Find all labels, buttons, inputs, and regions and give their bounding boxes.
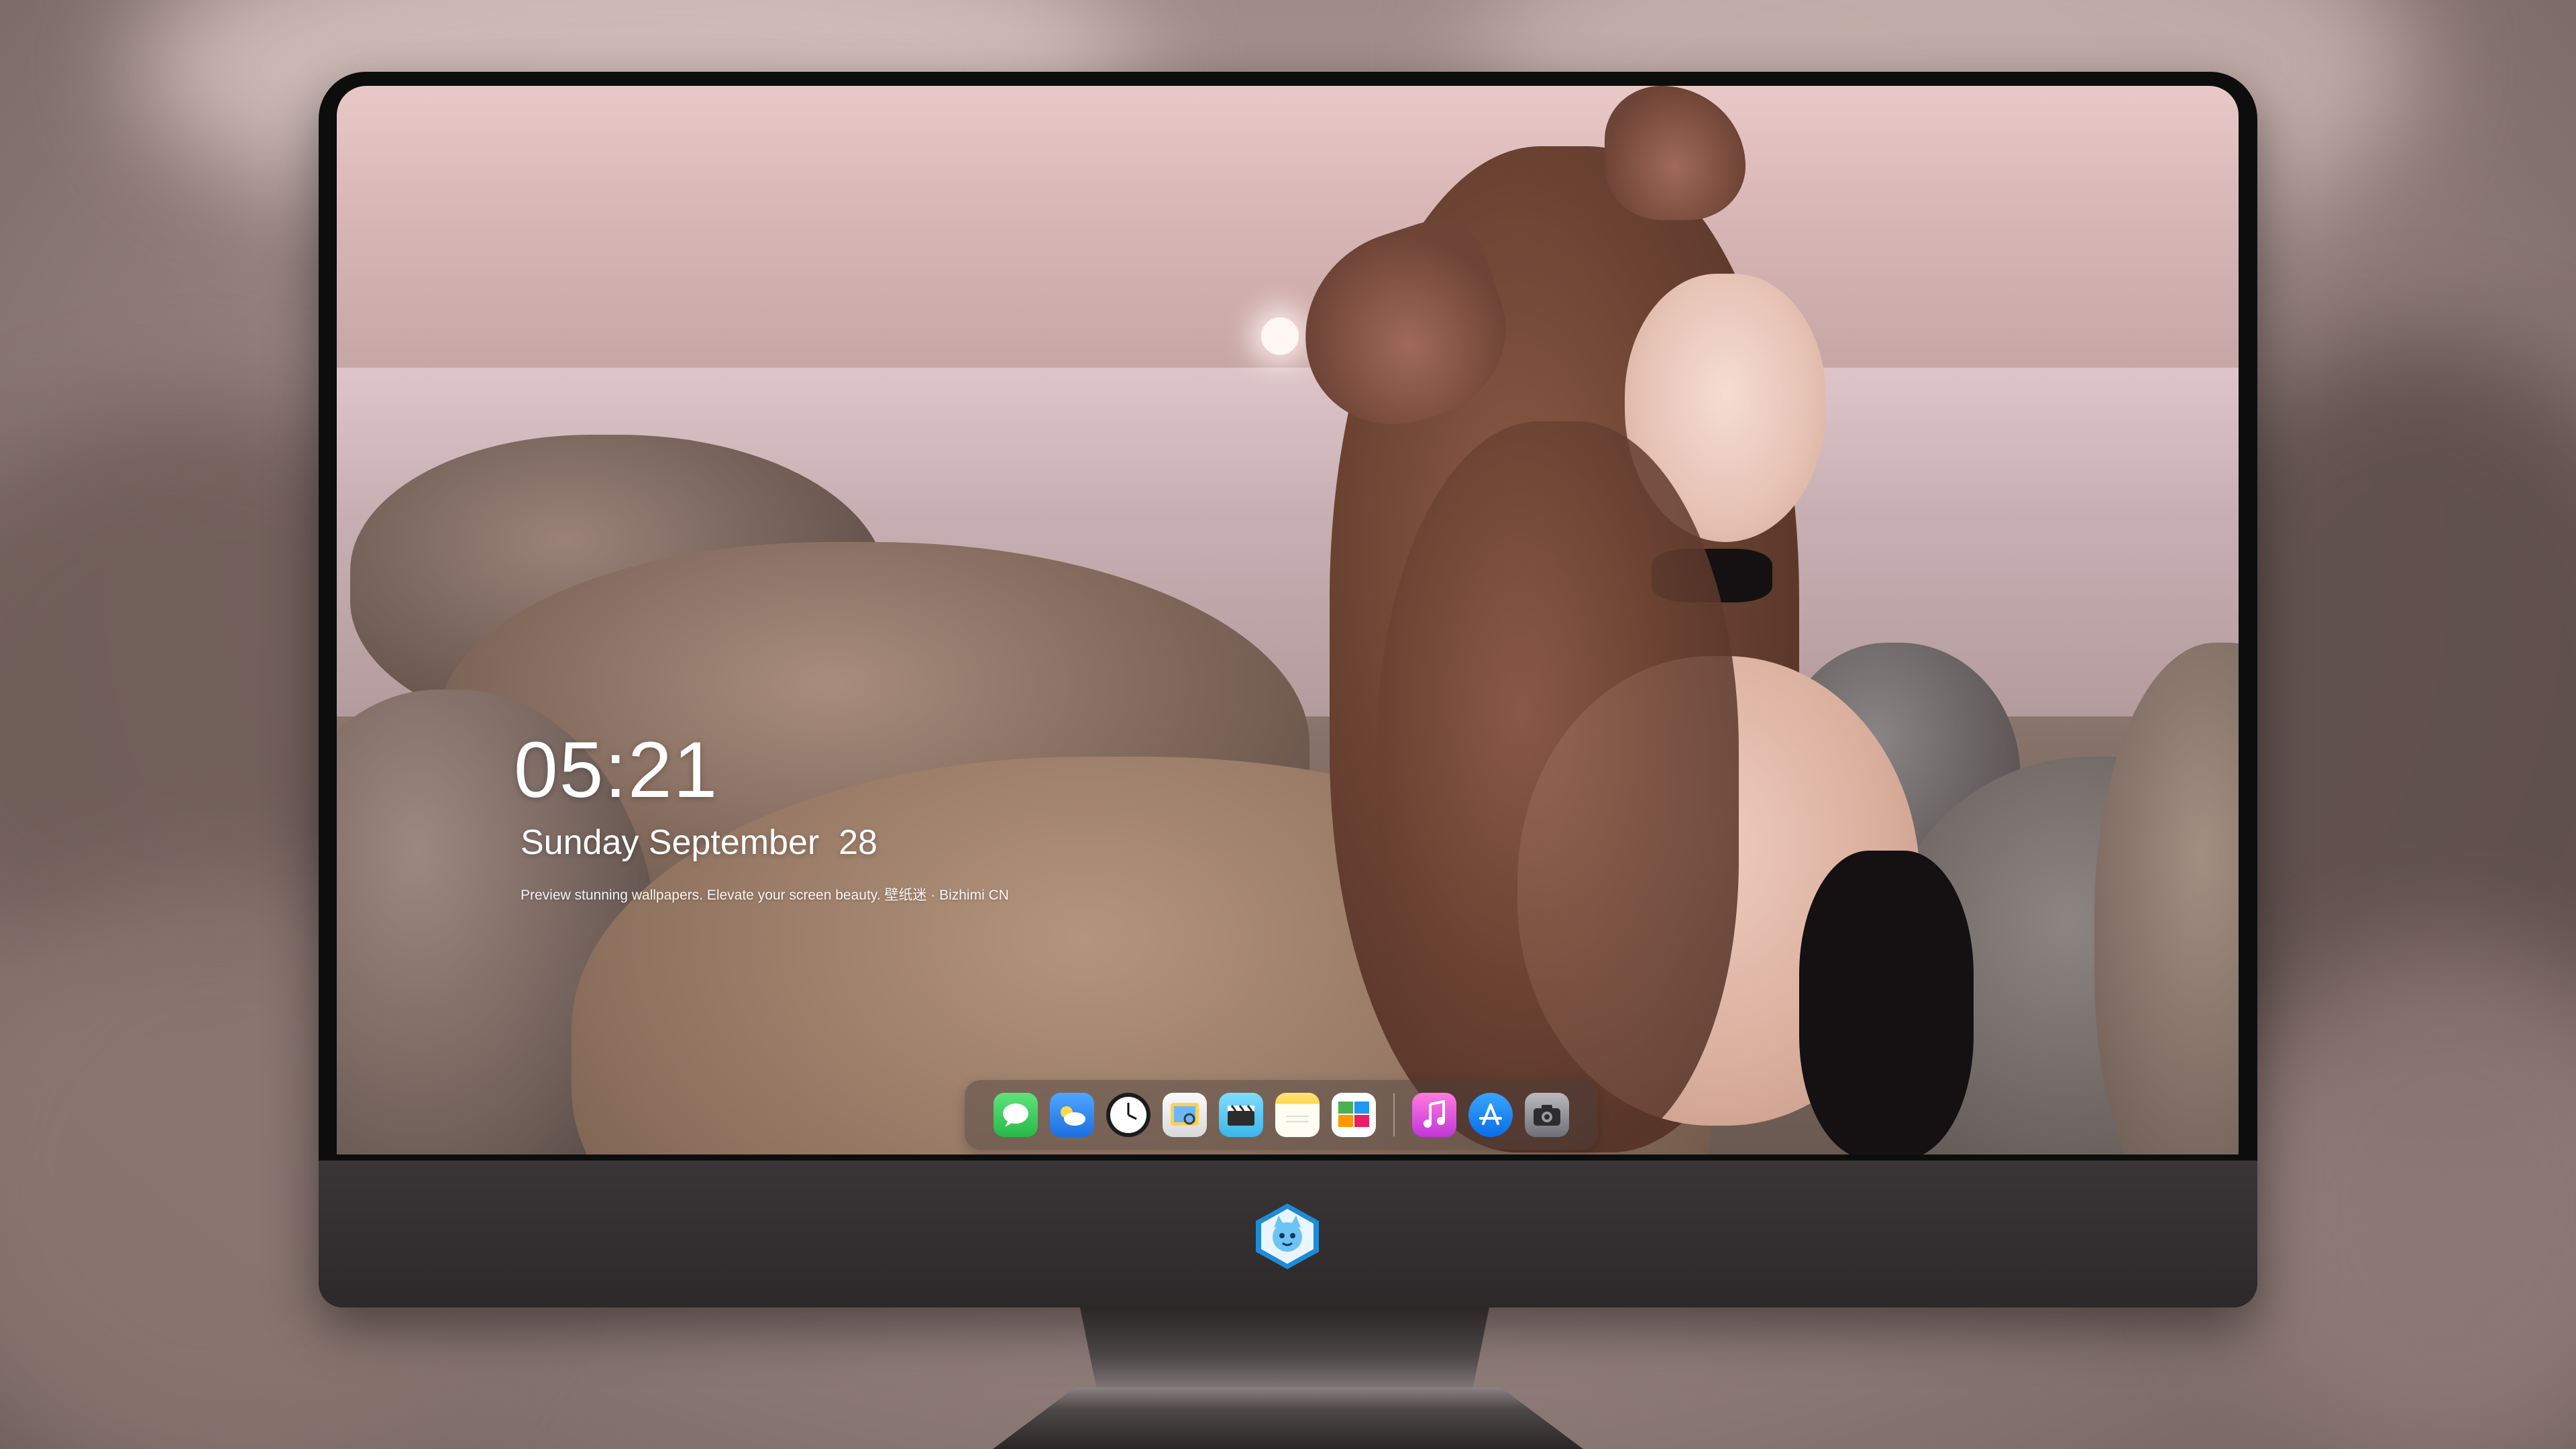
mascot-logo [1252,1201,1323,1272]
cat-ear [1605,86,1746,220]
preview-icon[interactable] [1163,1093,1207,1137]
lock-date: Sunday September 28 [521,823,877,862]
camera-icon[interactable] [1525,1093,1569,1137]
clock-icon[interactable] [1106,1093,1150,1137]
lock-clock: 05:21 [514,726,719,814]
app-store-icon[interactable] [1468,1093,1513,1137]
monitor-stand-foot [993,1387,1583,1449]
dock-separator [1393,1093,1395,1136]
messages-icon[interactable] [994,1093,1038,1137]
rock [2094,643,2239,1155]
screen-wallpaper [337,86,2239,1155]
girl-hair-front [1377,421,1739,1152]
music-icon[interactable] [1412,1093,1456,1137]
lock-tagline: Preview stunning wallpapers. Elevate you… [521,888,1009,903]
weather-icon[interactable] [1050,1093,1094,1137]
notes-icon[interactable] [1275,1093,1320,1137]
monitor-stand-neck [1080,1307,1489,1388]
dock [965,1080,1598,1150]
sun [1261,317,1299,355]
gallery-icon[interactable] [1332,1093,1376,1137]
girl-outfit [1799,851,1974,1155]
clapperboard-icon[interactable] [1219,1093,1263,1137]
